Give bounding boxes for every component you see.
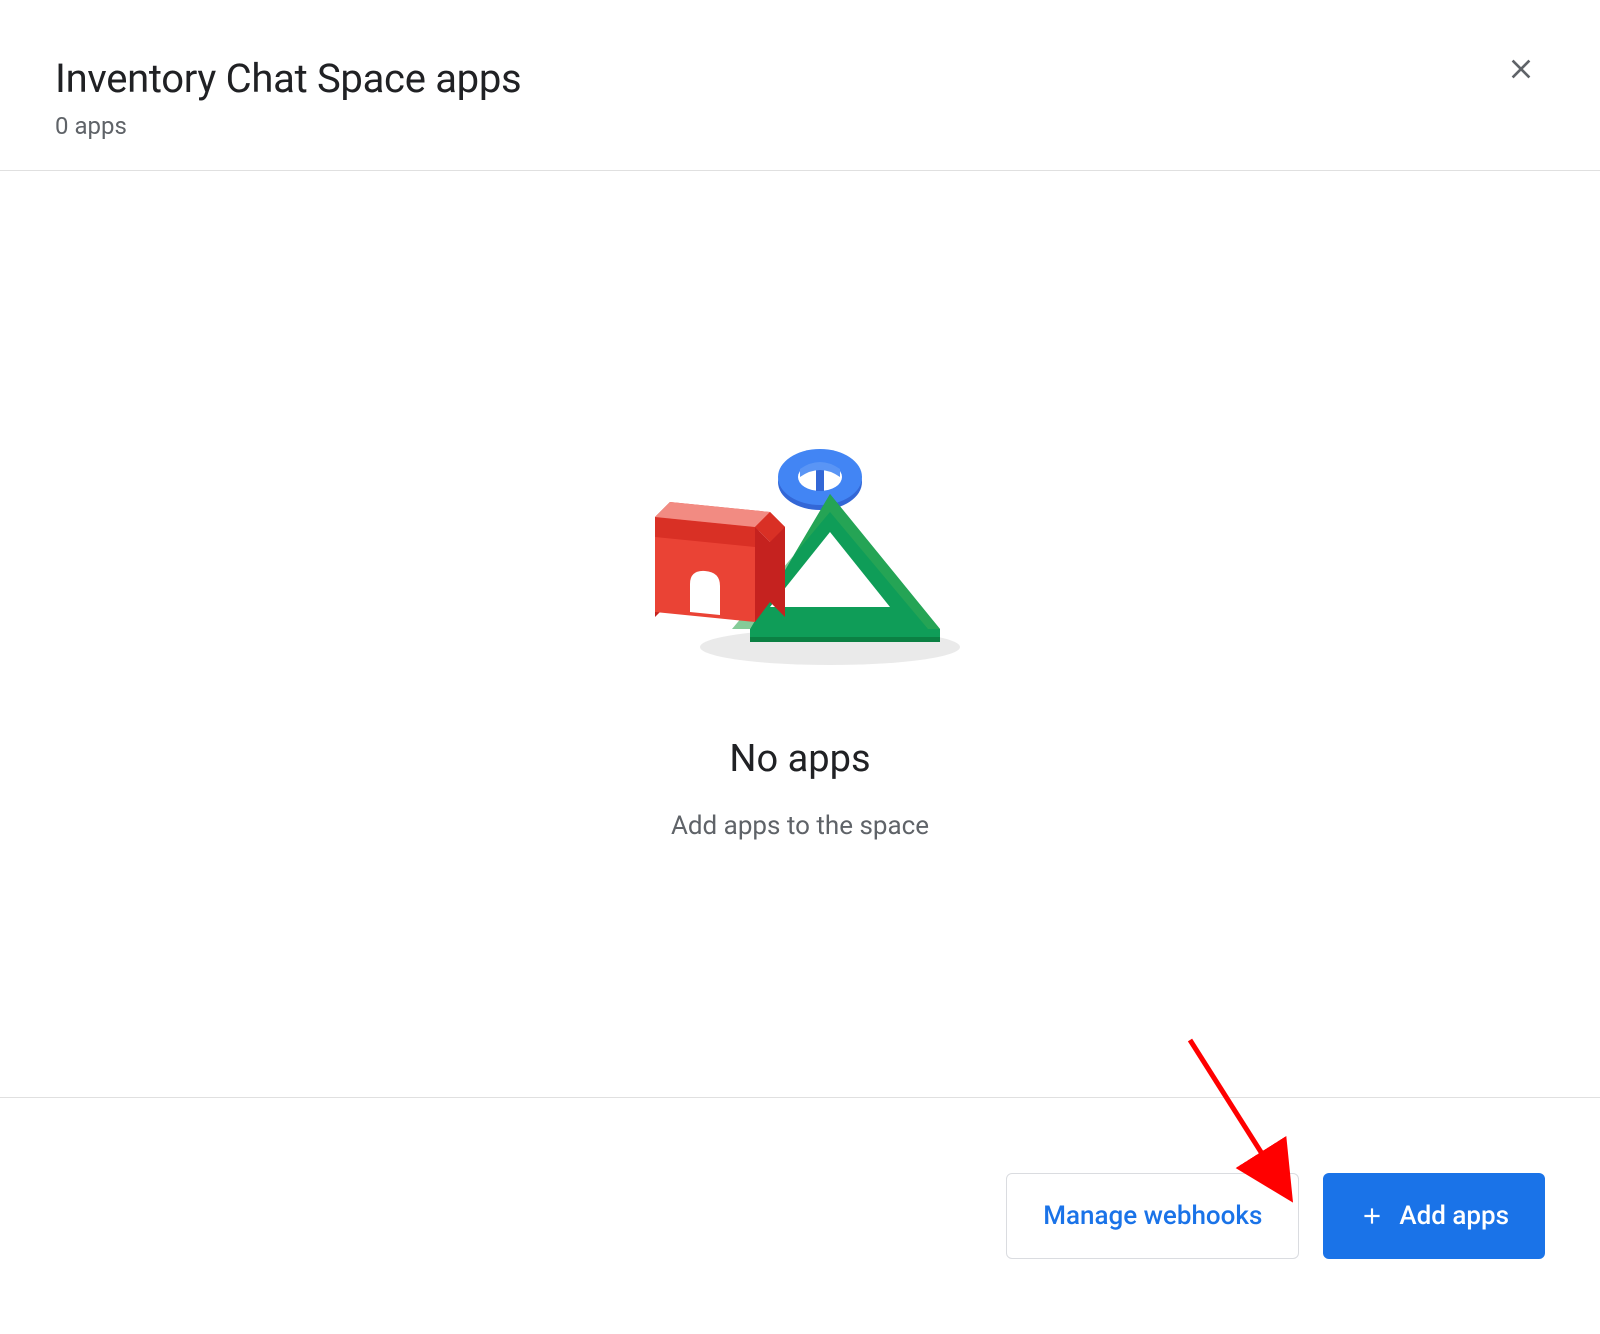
close-button[interactable] <box>1497 45 1545 93</box>
shapes-illustration <box>630 427 970 677</box>
header-text: Inventory Chat Space apps 0 apps <box>55 55 521 140</box>
dialog-footer: Manage webhooks Add apps <box>0 1097 1600 1334</box>
dialog-header: Inventory Chat Space apps 0 apps <box>0 0 1600 171</box>
close-icon <box>1505 53 1537 85</box>
apps-dialog: Inventory Chat Space apps 0 apps <box>0 0 1600 1334</box>
empty-state: No apps Add apps to the space <box>0 171 1600 1097</box>
empty-state-title: No apps <box>729 737 870 781</box>
add-apps-label: Add apps <box>1399 1201 1509 1231</box>
apps-count: 0 apps <box>55 112 521 140</box>
dialog-title: Inventory Chat Space apps <box>55 55 521 102</box>
plus-icon <box>1359 1203 1385 1229</box>
manage-webhooks-label: Manage webhooks <box>1043 1201 1262 1231</box>
manage-webhooks-button[interactable]: Manage webhooks <box>1006 1173 1299 1259</box>
add-apps-button[interactable]: Add apps <box>1323 1173 1545 1259</box>
empty-state-subtitle: Add apps to the space <box>671 811 929 841</box>
